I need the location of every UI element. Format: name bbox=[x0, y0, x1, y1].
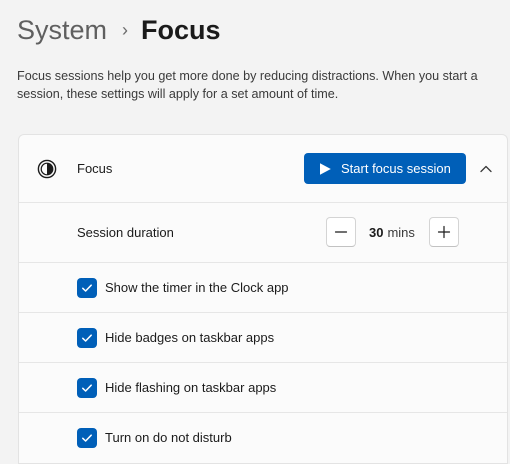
play-icon bbox=[320, 162, 331, 175]
show-timer-label: Show the timer in the Clock app bbox=[105, 280, 289, 295]
increment-duration-button[interactable] bbox=[429, 217, 459, 247]
session-duration-row: Session duration 30 mins bbox=[19, 203, 507, 263]
breadcrumb: System › Focus bbox=[17, 12, 221, 51]
session-duration-label: Session duration bbox=[77, 225, 174, 240]
do-not-disturb-label: Turn on do not disturb bbox=[105, 430, 232, 445]
hide-flashing-label: Hide flashing on taskbar apps bbox=[105, 380, 277, 395]
minus-icon bbox=[334, 231, 348, 233]
page-description: Focus sessions help you get more done by… bbox=[17, 69, 478, 101]
duration-value: 30 bbox=[369, 225, 384, 240]
breadcrumb-system-link[interactable]: System bbox=[17, 12, 107, 48]
duration-unit: mins bbox=[387, 225, 415, 240]
do-not-disturb-checkbox[interactable] bbox=[77, 428, 97, 448]
option-row-show-timer: Show the timer in the Clock app bbox=[19, 263, 507, 313]
chevron-up-icon[interactable] bbox=[475, 159, 497, 179]
checkmark-icon bbox=[82, 434, 92, 442]
hide-flashing-checkbox[interactable] bbox=[77, 378, 97, 398]
plus-icon bbox=[437, 225, 451, 239]
checkmark-icon bbox=[82, 284, 92, 292]
hide-badges-checkbox[interactable] bbox=[77, 328, 97, 348]
start-focus-session-button[interactable]: Start focus session bbox=[304, 153, 466, 184]
start-focus-session-label: Start focus session bbox=[341, 161, 451, 176]
show-timer-checkbox[interactable] bbox=[77, 278, 97, 298]
breadcrumb-separator: › bbox=[122, 20, 129, 40]
page-title: Focus bbox=[141, 15, 221, 45]
focus-header-row[interactable]: Focus Start focus session bbox=[19, 135, 507, 203]
focus-icon bbox=[37, 159, 57, 179]
focus-label: Focus bbox=[77, 161, 113, 176]
option-row-hide-flashing: Hide flashing on taskbar apps bbox=[19, 363, 507, 413]
duration-value-display: 30 mins bbox=[369, 225, 415, 240]
checkmark-icon bbox=[82, 334, 92, 342]
checkmark-icon bbox=[82, 384, 92, 392]
decrement-duration-button[interactable] bbox=[326, 217, 356, 247]
option-row-hide-badges: Hide badges on taskbar apps bbox=[19, 313, 507, 363]
focus-settings-card: Focus Start focus session Session durati… bbox=[18, 134, 508, 464]
hide-badges-label: Hide badges on taskbar apps bbox=[105, 330, 275, 345]
option-row-do-not-disturb: Turn on do not disturb bbox=[19, 413, 507, 463]
